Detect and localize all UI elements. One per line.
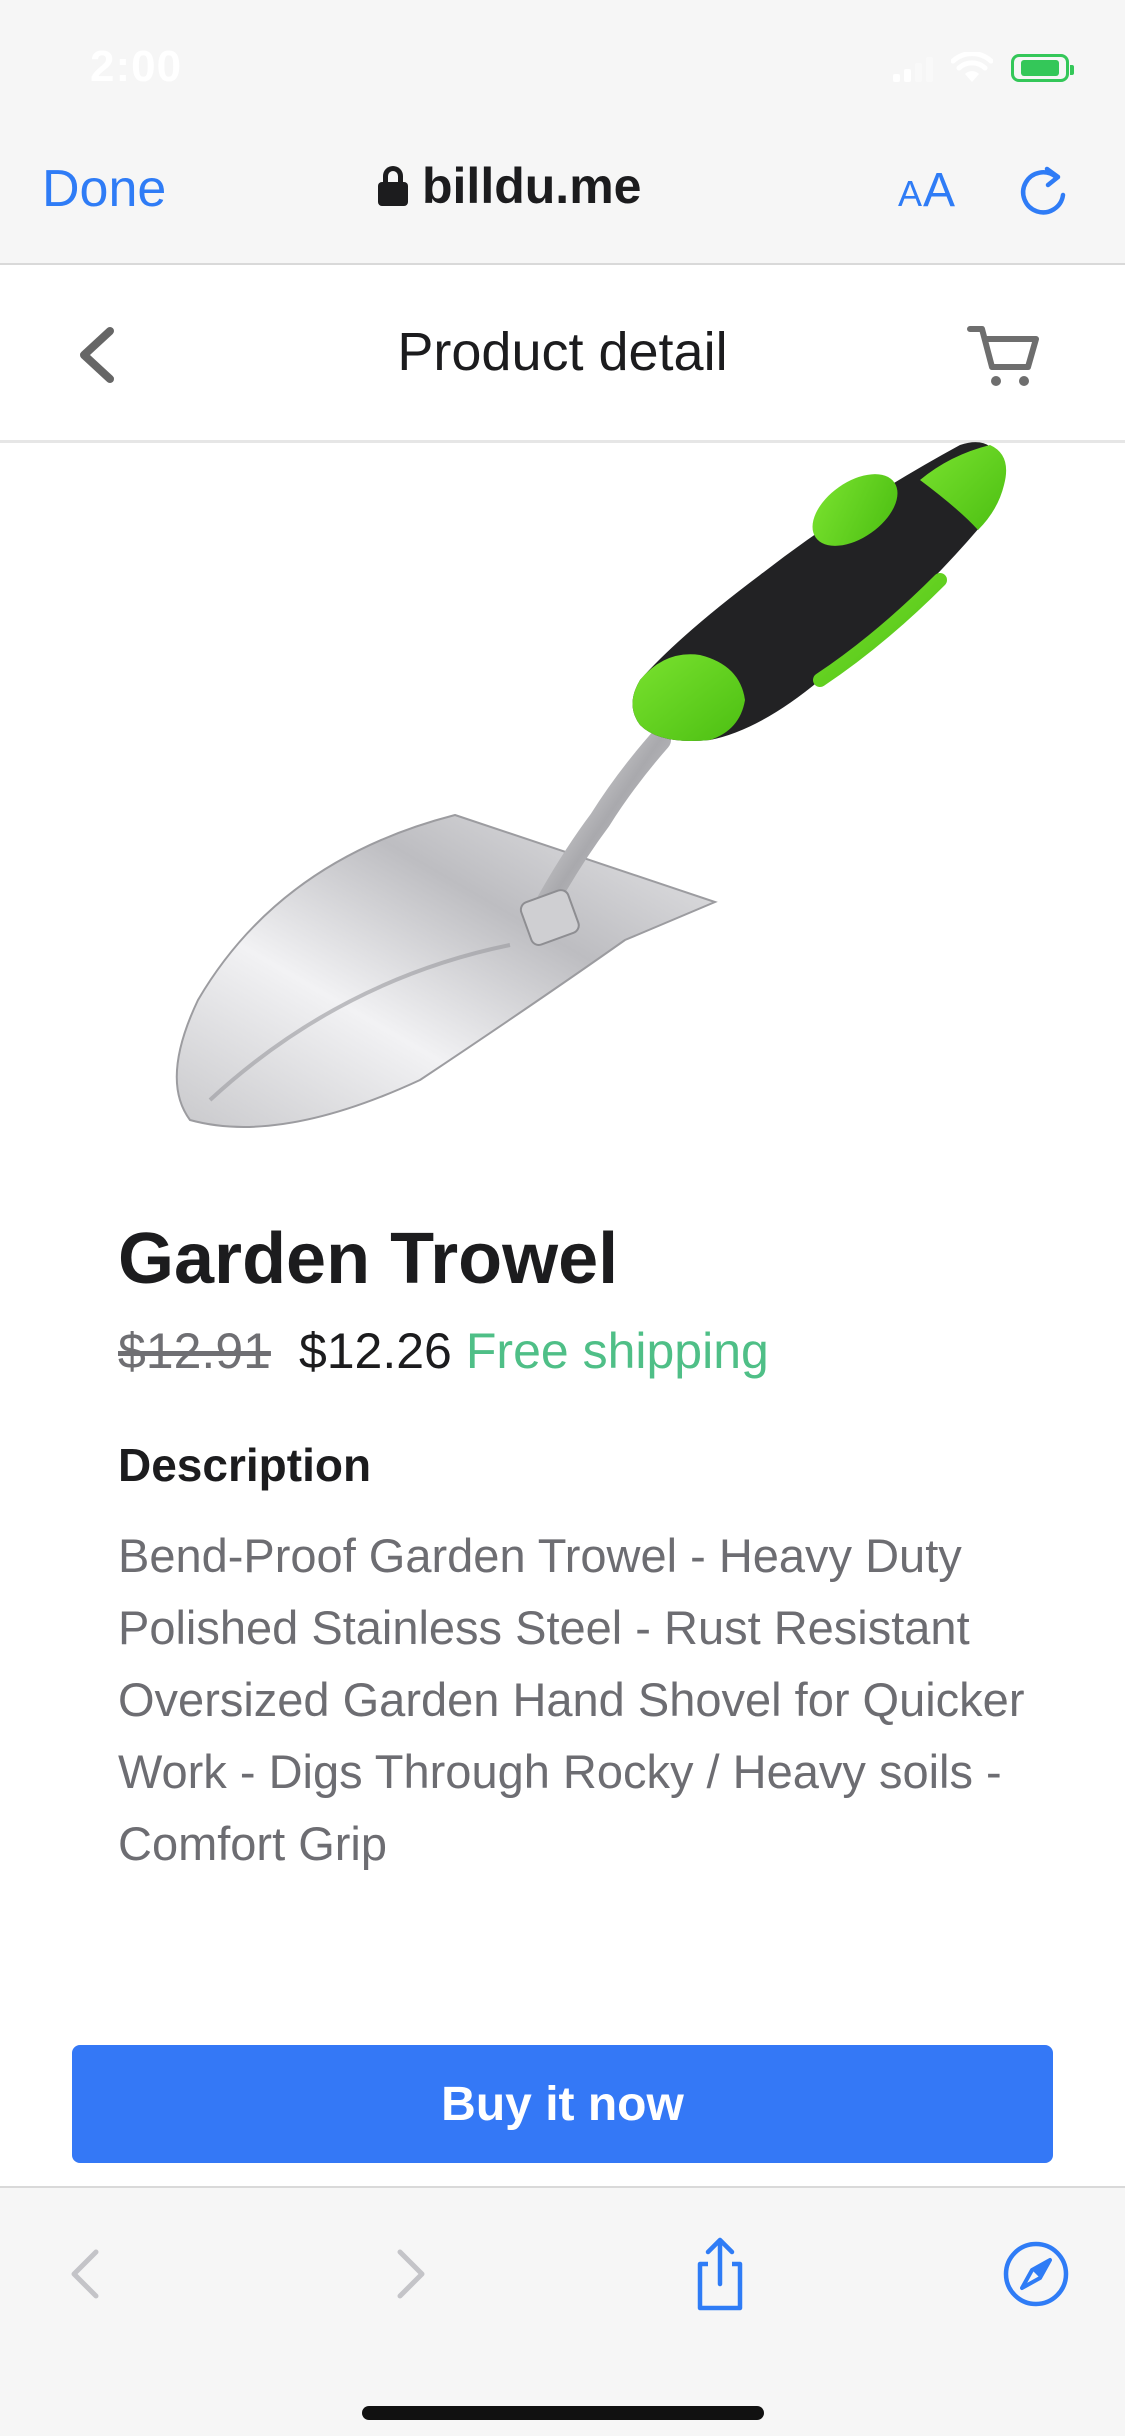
description-heading: Description	[118, 1439, 372, 1491]
address-bar[interactable]: billdu.me	[378, 157, 641, 215]
product-image	[175, 442, 1007, 1128]
text-size-button[interactable]: AA	[898, 163, 956, 218]
text-size-small-a: A	[898, 173, 924, 214]
text-size-large-a: A	[923, 164, 957, 217]
status-time: 2:00	[90, 42, 183, 91]
home-indicator[interactable]	[362, 2406, 764, 2420]
arrow-right-icon[interactable]	[368, 2234, 448, 2314]
share-icon[interactable]	[680, 2234, 760, 2314]
lock-icon	[378, 166, 408, 206]
browser-bottom-toolbar	[0, 2186, 1125, 2436]
reload-icon[interactable]	[1016, 163, 1072, 219]
battery-icon	[1011, 54, 1074, 82]
url-text: billdu.me	[422, 158, 642, 214]
buy-now-button[interactable]: Buy it now	[72, 2045, 1053, 2163]
cart-icon[interactable]	[966, 321, 1046, 391]
done-button[interactable]: Done	[42, 159, 166, 219]
status-indicators	[893, 52, 1074, 84]
page-title: Product detail	[397, 322, 728, 382]
shipping-label: Free shipping	[465, 1323, 769, 1379]
description-text: Bend-Proof Garden Trowel - Heavy Duty Po…	[118, 1529, 1025, 1870]
product-title: Garden Trowel	[118, 1219, 619, 1299]
cellular-signal-icon	[893, 54, 933, 82]
compass-icon[interactable]	[996, 2234, 1076, 2314]
wifi-icon	[951, 52, 993, 82]
price-row: $12.91 $12.26 Free shipping	[118, 1322, 769, 1380]
status-bar: 2:00	[0, 0, 1125, 135]
app-header: Product detail	[0, 267, 1125, 443]
browser-top-bar: 2:00 Done billdu.me AA	[0, 0, 1125, 265]
address-bar-row: Done billdu.me AA	[0, 145, 1125, 235]
current-price: $12.26	[298, 1323, 452, 1379]
arrow-left-icon[interactable]	[48, 2234, 128, 2314]
original-price: $12.91	[118, 1323, 271, 1379]
